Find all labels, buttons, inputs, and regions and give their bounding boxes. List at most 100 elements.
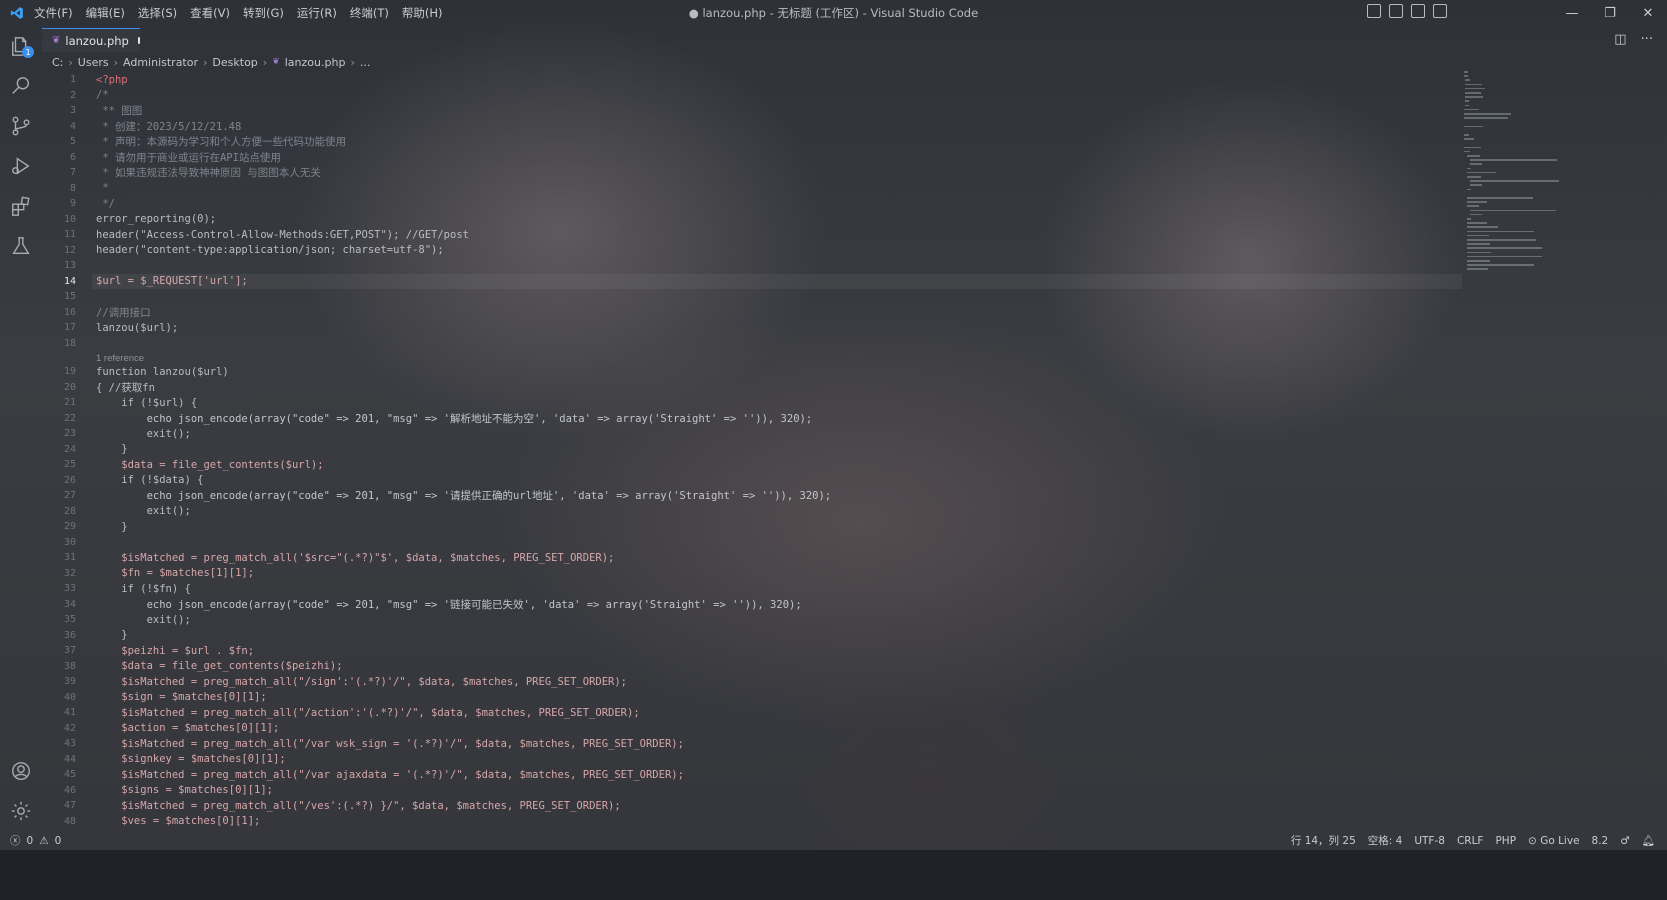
- line-number[interactable]: 17: [42, 322, 76, 333]
- breadcrumb-users[interactable]: Users: [78, 56, 109, 69]
- line-number[interactable]: 23: [42, 428, 76, 439]
- breadcrumb-desktop[interactable]: Desktop: [212, 56, 257, 69]
- code-line: 23 exit();: [42, 426, 1442, 442]
- restore-button[interactable]: ❐: [1591, 0, 1629, 26]
- code-text: */: [96, 197, 115, 210]
- line-number[interactable]: 13: [42, 260, 76, 271]
- line-number[interactable]: 46: [42, 785, 76, 796]
- breadcrumb-drive[interactable]: C:: [52, 56, 63, 69]
- line-number[interactable]: 35: [42, 614, 76, 625]
- menu-item-2[interactable]: 选择(S): [138, 5, 177, 21]
- code-editor[interactable]: 1 <?php 2/* 3 ** 图图 4 * 创建：2023/5/12/21.48 5 …: [42, 71, 1462, 831]
- split-editor-icon[interactable]: ◫: [1614, 32, 1626, 47]
- problems-indicator[interactable]: ⓧ 0 ⚠ 0: [10, 833, 61, 848]
- minimize-button[interactable]: —: [1553, 0, 1591, 26]
- line-number[interactable]: 11: [42, 229, 76, 240]
- language-mode[interactable]: PHP: [1495, 835, 1516, 847]
- more-actions-icon[interactable]: ···: [1641, 32, 1653, 47]
- line-number[interactable]: 9: [42, 198, 76, 209]
- line-number[interactable]: 10: [42, 214, 76, 225]
- line-number[interactable]: 19: [42, 366, 76, 377]
- line-number[interactable]: 30: [42, 537, 76, 548]
- line-number[interactable]: 36: [42, 630, 76, 641]
- testing-icon[interactable]: [0, 226, 42, 266]
- settings-gear-icon[interactable]: [0, 791, 42, 831]
- menu-item-6[interactable]: 终端(T): [350, 5, 389, 21]
- close-button[interactable]: ✕: [1629, 0, 1667, 26]
- tab-lanzou-php[interactable]: ❦ lanzou.php: [42, 28, 140, 52]
- menu-item-7[interactable]: 帮助(H): [402, 5, 443, 21]
- line-number[interactable]: 2: [42, 90, 76, 101]
- line-number[interactable]: 27: [42, 490, 76, 501]
- line-number[interactable]: 25: [42, 459, 76, 470]
- search-icon[interactable]: [0, 66, 42, 106]
- line-number[interactable]: 14: [42, 276, 76, 287]
- line-number[interactable]: 32: [42, 568, 76, 579]
- feedback-icon[interactable]: ♂: [1620, 835, 1629, 847]
- codelens-references[interactable]: 1 reference: [96, 353, 144, 364]
- line-number[interactable]: 43: [42, 738, 76, 749]
- menu-item-3[interactable]: 查看(V): [190, 5, 230, 21]
- source-control-icon[interactable]: [0, 106, 42, 146]
- line-number[interactable]: 47: [42, 800, 76, 811]
- toggle-secondary-sidebar-icon[interactable]: [1411, 4, 1425, 18]
- line-number[interactable]: 7: [42, 167, 76, 178]
- unsaved-dot-icon[interactable]: [137, 37, 140, 44]
- line-number[interactable]: 37: [42, 645, 76, 656]
- line-number[interactable]: 8: [42, 183, 76, 194]
- line-number[interactable]: 12: [42, 245, 76, 256]
- breadcrumb-symbol[interactable]: ...: [360, 56, 371, 69]
- breadcrumb-file[interactable]: lanzou.php: [285, 56, 346, 69]
- line-number[interactable]: 26: [42, 475, 76, 486]
- line-number[interactable]: 48: [42, 816, 76, 827]
- menu-item-1[interactable]: 编辑(E): [86, 5, 125, 21]
- menu-item-0[interactable]: 文件(F): [34, 5, 73, 21]
- line-number[interactable]: 28: [42, 506, 76, 517]
- line-number[interactable]: 18: [42, 338, 76, 349]
- end-of-line[interactable]: CRLF: [1457, 835, 1484, 847]
- line-number[interactable]: 42: [42, 723, 76, 734]
- minimap-line: [1464, 134, 1469, 136]
- line-number[interactable]: 31: [42, 552, 76, 563]
- notifications-bell-icon[interactable]: 🔔︎: [1642, 834, 1655, 847]
- cursor-position[interactable]: 行 14，列 25: [1291, 833, 1356, 848]
- run-debug-icon[interactable]: [0, 146, 42, 186]
- line-number[interactable]: 5: [42, 136, 76, 147]
- breadcrumb-administrator[interactable]: Administrator: [123, 56, 198, 69]
- line-number[interactable]: 21: [42, 397, 76, 408]
- minimap-line: [1467, 239, 1536, 241]
- line-number[interactable]: 44: [42, 754, 76, 765]
- toggle-panel-icon[interactable]: [1389, 4, 1403, 18]
- line-number[interactable]: 41: [42, 707, 76, 718]
- line-number[interactable]: 1: [42, 74, 76, 85]
- line-number[interactable]: 6: [42, 152, 76, 163]
- line-number[interactable]: 34: [42, 599, 76, 610]
- encoding[interactable]: UTF-8: [1414, 835, 1445, 847]
- menu-item-4[interactable]: 转到(G): [243, 5, 284, 21]
- extensions-icon[interactable]: [0, 186, 42, 226]
- php-version[interactable]: 8.2: [1592, 835, 1609, 847]
- menu-item-5[interactable]: 运行(R): [297, 5, 337, 21]
- line-number[interactable]: 33: [42, 583, 76, 594]
- account-icon[interactable]: [0, 751, 42, 791]
- line-number[interactable]: 29: [42, 521, 76, 532]
- explorer-icon[interactable]: 1: [0, 26, 42, 66]
- customize-layout-icon[interactable]: [1433, 4, 1447, 18]
- toggle-primary-sidebar-icon[interactable]: [1367, 4, 1381, 18]
- line-number[interactable]: 4: [42, 121, 76, 132]
- line-number[interactable]: 45: [42, 769, 76, 780]
- minimap[interactable]: [1464, 71, 1560, 281]
- line-number[interactable]: 24: [42, 444, 76, 455]
- line-number[interactable]: 39: [42, 676, 76, 687]
- go-live-button[interactable]: ⊙ Go Live: [1528, 835, 1580, 847]
- indentation[interactable]: 空格: 4: [1368, 833, 1403, 848]
- line-number[interactable]: 3: [42, 105, 76, 116]
- line-number[interactable]: 22: [42, 413, 76, 424]
- line-number[interactable]: 20: [42, 382, 76, 393]
- line-number[interactable]: 15: [42, 291, 76, 302]
- vertical-scrollbar[interactable]: [1560, 71, 1567, 831]
- line-number[interactable]: 38: [42, 661, 76, 672]
- code-text: //调用接口: [96, 306, 151, 319]
- line-number[interactable]: 40: [42, 692, 76, 703]
- line-number[interactable]: 16: [42, 307, 76, 318]
